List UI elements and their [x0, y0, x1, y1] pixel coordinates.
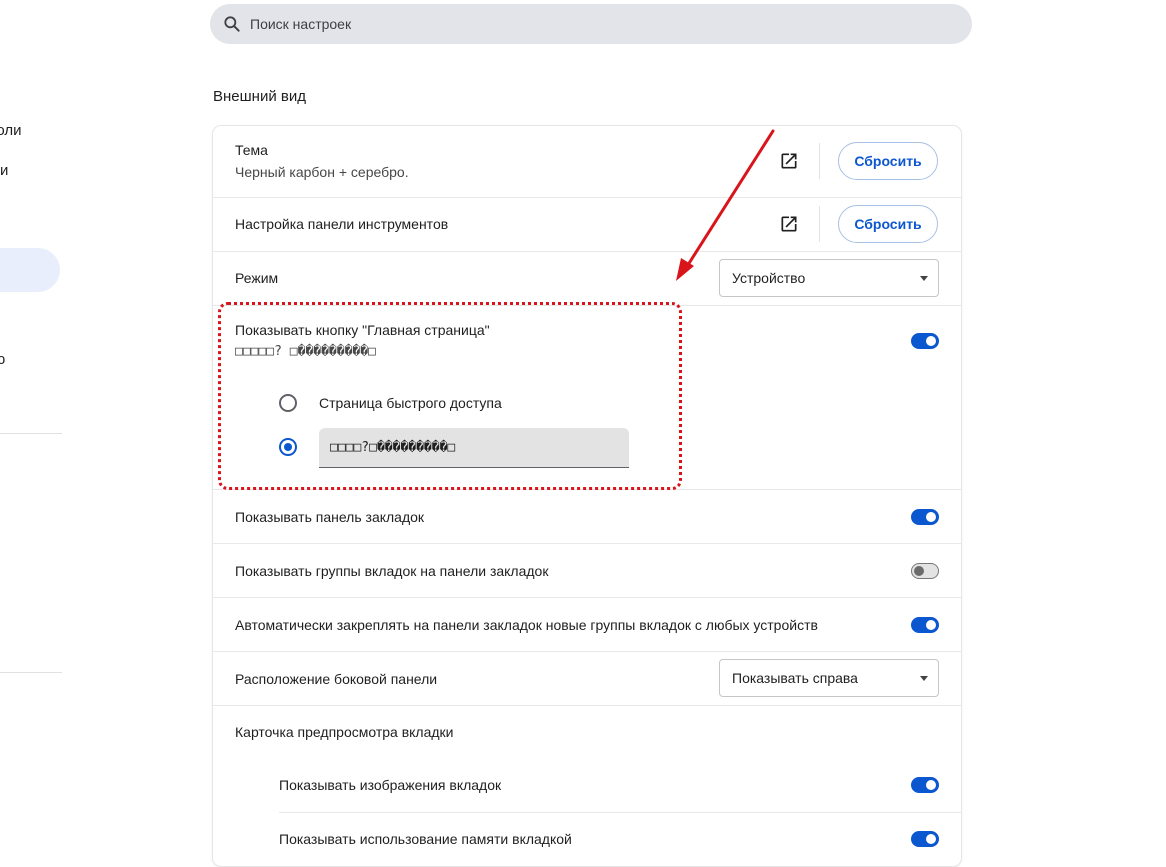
- show-tab-memory-toggle[interactable]: [911, 831, 939, 847]
- tab-preview-row: Карточка предпросмотра вкладки Показыват…: [213, 705, 961, 867]
- side-panel-select-value: Показывать справа: [732, 670, 858, 686]
- divider: [819, 143, 820, 179]
- theme-value: Черный карбон + серебро.: [235, 164, 409, 180]
- sidebar-item-active[interactable]: [0, 248, 60, 292]
- radio-new-tab-page[interactable]: [279, 394, 297, 412]
- auto-pin-row: Автоматически закреплять на панели закла…: [213, 597, 961, 652]
- home-button-url: □□□□□? □���������□: [235, 344, 376, 359]
- mode-select-value: Устройство: [732, 270, 806, 286]
- chevron-down-icon: [920, 276, 928, 281]
- search-bar[interactable]: [210, 4, 972, 44]
- toolbar-reset-button[interactable]: Сбросить: [838, 205, 938, 243]
- tab-groups-toggle[interactable]: [911, 563, 939, 579]
- chevron-down-icon: [920, 676, 928, 681]
- show-tab-images-toggle[interactable]: [911, 777, 939, 793]
- sidebar-item-label[interactable]: и: [0, 162, 8, 179]
- tab-groups-row: Показывать группы вкладок на панели закл…: [213, 543, 961, 598]
- search-icon: [224, 16, 240, 32]
- show-tab-images-label: Показывать изображения вкладок: [279, 777, 502, 793]
- auto-pin-toggle[interactable]: [911, 617, 939, 633]
- divider: [279, 812, 961, 813]
- radio-custom-url[interactable]: [279, 438, 297, 456]
- bookmarks-bar-row: Показывать панель закладок: [213, 489, 961, 544]
- sidebar-divider: [0, 433, 62, 434]
- open-external-icon[interactable]: [779, 151, 799, 171]
- sidebar-divider: [0, 672, 62, 673]
- side-panel-select[interactable]: Показывать справа: [719, 659, 939, 697]
- bookmarks-bar-label: Показывать панель закладок: [235, 509, 425, 525]
- toolbar-row: Настройка панели инструментов Сбросить: [213, 197, 961, 252]
- theme-reset-button[interactable]: Сбросить: [838, 142, 938, 180]
- home-url-input[interactable]: □□□□?□���������□: [319, 428, 629, 468]
- sidebar-item-label[interactable]: роли: [0, 122, 22, 139]
- section-title: Внешний вид: [213, 88, 306, 105]
- mode-row: Режим Устройство: [213, 251, 961, 306]
- bookmarks-bar-toggle[interactable]: [911, 509, 939, 525]
- radio-new-tab-page-label: Страница быстрого доступа: [319, 395, 502, 411]
- theme-row: Тема Черный карбон + серебро. Сбросить: [213, 126, 961, 197]
- home-button-label: Показывать кнопку "Главная страница": [235, 322, 490, 338]
- sidebar: роли и ю: [0, 0, 64, 846]
- side-panel-row: Расположение боковой панели Показывать с…: [213, 651, 961, 706]
- appearance-card: Тема Черный карбон + серебро. Сбросить Н…: [213, 126, 961, 866]
- open-external-icon[interactable]: [779, 214, 799, 234]
- tab-preview-label: Карточка предпросмотра вкладки: [235, 724, 454, 740]
- toolbar-label: Настройка панели инструментов: [235, 216, 449, 232]
- search-input[interactable]: [248, 15, 932, 33]
- mode-select[interactable]: Устройство: [719, 259, 939, 297]
- theme-label: Тема: [235, 142, 268, 158]
- auto-pin-label: Автоматически закреплять на панели закла…: [235, 617, 818, 633]
- divider: [819, 206, 820, 242]
- show-tab-memory-label: Показывать использование памяти вкладкой: [279, 831, 572, 847]
- tab-groups-label: Показывать группы вкладок на панели закл…: [235, 563, 549, 579]
- mode-label: Режим: [235, 270, 279, 286]
- side-panel-label: Расположение боковой панели: [235, 671, 438, 687]
- sidebar-item-label[interactable]: ю: [0, 351, 5, 368]
- home-button-toggle[interactable]: [911, 333, 939, 349]
